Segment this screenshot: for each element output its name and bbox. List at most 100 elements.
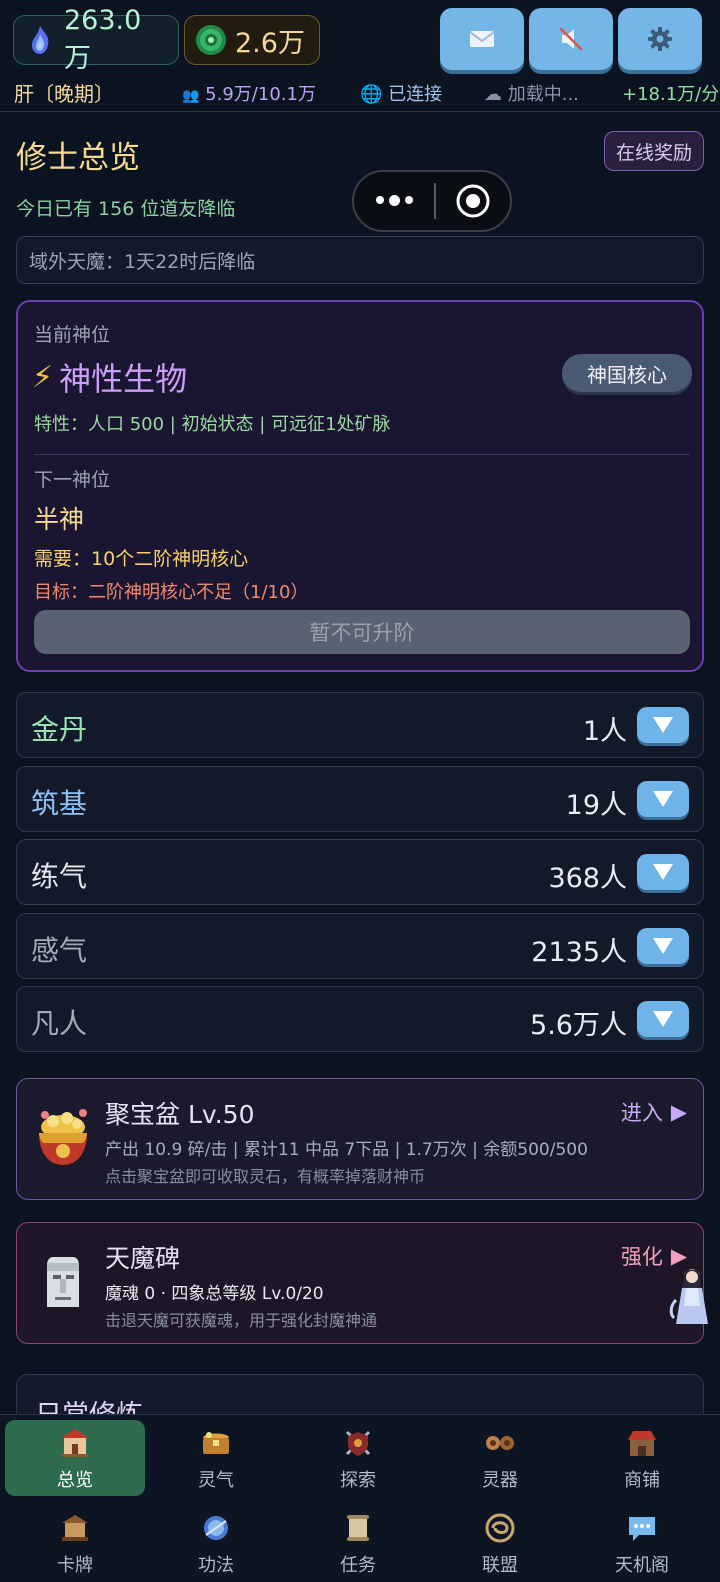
current-rank-label: 当前神位 <box>34 324 111 346</box>
bottom-navigation: 总览 灵气 探索 灵器 商铺卡牌 功法 任务 联盟 天机阁 <box>0 1414 720 1582</box>
expand-toggle-button[interactable] <box>637 781 689 817</box>
treasure-bowl-icon <box>39 1109 87 1165</box>
nav-label: 商铺 <box>624 1470 660 1491</box>
top-bar: 263.0万 2.6万 肝〔晚期〕 👥 5.9万/10.1万 🌐 已连接 ☁ 加… <box>0 0 720 112</box>
nav-item-3[interactable]: 探索 <box>288 1420 428 1496</box>
rank-count: 2135人 <box>531 937 627 968</box>
expand-toggle-button[interactable] <box>637 854 689 890</box>
spirit-flame-icon <box>32 26 49 54</box>
nav-label: 总览 <box>57 1470 93 1491</box>
rank-row[interactable]: 感气 2135人 <box>16 913 704 979</box>
rank-goal: 目标：二阶神明核心不足（1/10） <box>34 582 309 603</box>
today-visitors-text: 今日已有 156 位道友降临 <box>16 198 236 220</box>
upgrade-rank-button[interactable]: 暂不可升阶 <box>34 610 690 654</box>
mail-icon <box>469 31 495 47</box>
enter-button[interactable]: 进入 ▶ <box>621 1097 687 1127</box>
nav-item-5[interactable]: 商铺 <box>572 1420 712 1496</box>
rank-row[interactable]: 练气 368人 <box>16 839 704 905</box>
temple-icon <box>61 1429 89 1457</box>
alliance-icon <box>485 1513 515 1543</box>
nav-item-10[interactable]: 天机阁 <box>572 1505 712 1581</box>
nav-item-4[interactable]: 灵器 <box>430 1420 570 1496</box>
lightning-icon: ⚡ <box>32 359 54 395</box>
expand-toggle-button[interactable] <box>637 1001 689 1037</box>
rank-requirement: 需要：10个二阶神明核心 <box>34 548 249 570</box>
rank-row[interactable]: 金丹 1人 <box>16 692 704 758</box>
current-rank-title: ⚡ 神性生物 <box>32 359 188 399</box>
orb-icon <box>204 1516 228 1540</box>
spirit-stone-counter[interactable]: 263.0万 <box>13 5 179 74</box>
rank-count: 5.6万人 <box>530 1010 627 1041</box>
treasure-bowl-title: 聚宝盆 Lv.50 <box>105 1100 255 1129</box>
treasure-bowl-hint: 点击聚宝盆即可收取灵石，有概率掉落财神币 <box>105 1167 426 1186</box>
rank-row[interactable]: 筑基 19人 <box>16 766 704 832</box>
demon-invasion-notice: 域外天魔：1天22时后降临 <box>16 236 704 284</box>
triangle-down-icon <box>653 717 673 733</box>
expand-toggle-button[interactable] <box>637 928 689 964</box>
more-menu-button[interactable] <box>354 195 434 206</box>
god-coin-value: 2.6万 <box>235 27 305 59</box>
spirit-stone-value: 263.0万 <box>64 5 142 74</box>
page-title: 修士总览 <box>16 140 140 176</box>
nav-label: 卡牌 <box>57 1555 93 1576</box>
globe-icon: 🌐 <box>360 84 383 105</box>
rank-name: 凡人 <box>31 1007 88 1040</box>
nav-item-6[interactable]: 卡牌 <box>5 1505 145 1581</box>
nav-label: 灵器 <box>482 1470 518 1491</box>
triangle-down-icon <box>653 791 673 807</box>
kingdom-core-button[interactable]: 神国核心 <box>562 354 692 392</box>
treasure-bowl-stats: 产出 10.9 碎/击 | 累计11 中品 7下品 | 1.7万次 | 余额50… <box>105 1140 588 1160</box>
chat-icon <box>629 1517 655 1541</box>
people-icon: 👥 <box>182 88 200 104</box>
rank-row[interactable]: 凡人 5.6万人 <box>16 986 704 1052</box>
sound-toggle-button[interactable] <box>529 8 613 70</box>
play-icon: ▶ <box>670 1244 687 1268</box>
connection-status: 🌐 已连接 <box>360 84 443 105</box>
realm-label: 肝〔晚期〕 <box>14 82 114 106</box>
card-icon <box>62 1515 88 1541</box>
artifact-icon <box>486 1436 514 1450</box>
rank-count: 1人 <box>582 716 627 747</box>
nav-label: 探索 <box>340 1470 376 1491</box>
nav-item-1[interactable]: 总览 <box>5 1420 145 1496</box>
cloud-icon: ☁ <box>484 84 502 105</box>
play-icon: ▶ <box>670 1100 687 1124</box>
mail-button[interactable] <box>440 8 524 70</box>
miniprogram-capsule <box>352 170 512 232</box>
record-icon <box>456 184 490 218</box>
loading-status: ☁ 加载中... <box>484 84 579 105</box>
nav-label: 联盟 <box>482 1555 518 1576</box>
rank-count: 19人 <box>565 790 627 821</box>
rank-name: 筑基 <box>31 787 88 820</box>
mute-icon <box>559 27 583 51</box>
demon-stele-stats: 魔魂 0 · 四象总等级 Lv.0/20 <box>105 1284 324 1304</box>
rank-name: 金丹 <box>31 713 88 746</box>
nav-label: 天机阁 <box>615 1555 669 1576</box>
nav-item-7[interactable]: 功法 <box>146 1505 286 1581</box>
online-reward-button[interactable]: 在线奖励 <box>604 131 704 171</box>
shop-icon <box>628 1431 656 1456</box>
treasure-bowl-card[interactable]: 聚宝盆 Lv.50 进入 ▶ 产出 10.9 碎/击 | 累计11 中品 7下品… <box>16 1078 704 1200</box>
rank-count: 368人 <box>548 863 627 894</box>
fairy-character-icon[interactable] <box>668 1266 712 1326</box>
demon-stele-card[interactable]: 天魔碑 强化 ▶ 魔魂 0 · 四象总等级 Lv.0/20 击退天魔可获魔魂，用… <box>16 1222 704 1344</box>
nav-item-9[interactable]: 联盟 <box>430 1505 570 1581</box>
next-rank-label: 下一神位 <box>34 469 111 491</box>
nav-item-2[interactable]: 灵气 <box>146 1420 286 1496</box>
settings-button[interactable] <box>618 8 702 70</box>
divider <box>34 454 690 455</box>
status-row: 肝〔晚期〕 👥 5.9万/10.1万 🌐 已连接 ☁ 加载中... +18.1万… <box>0 78 720 108</box>
expand-toggle-button[interactable] <box>637 707 689 743</box>
shield-swords-icon <box>345 1430 371 1456</box>
next-rank-title: 半神 <box>34 505 85 534</box>
god-coin-counter[interactable]: 2.6万 <box>184 15 320 65</box>
jade-coin-icon <box>196 25 226 55</box>
close-miniprogram-button[interactable] <box>436 183 510 219</box>
nav-label: 任务 <box>340 1555 376 1576</box>
demon-stele-hint: 击退天魔可获魔魂，用于强化封魔神通 <box>105 1311 378 1330</box>
moai-icon <box>47 1257 79 1307</box>
rank-name: 感气 <box>31 934 88 967</box>
scroll-icon <box>347 1515 369 1541</box>
population-status: 👥 5.9万/10.1万 <box>182 84 316 105</box>
nav-item-8[interactable]: 任务 <box>288 1505 428 1581</box>
